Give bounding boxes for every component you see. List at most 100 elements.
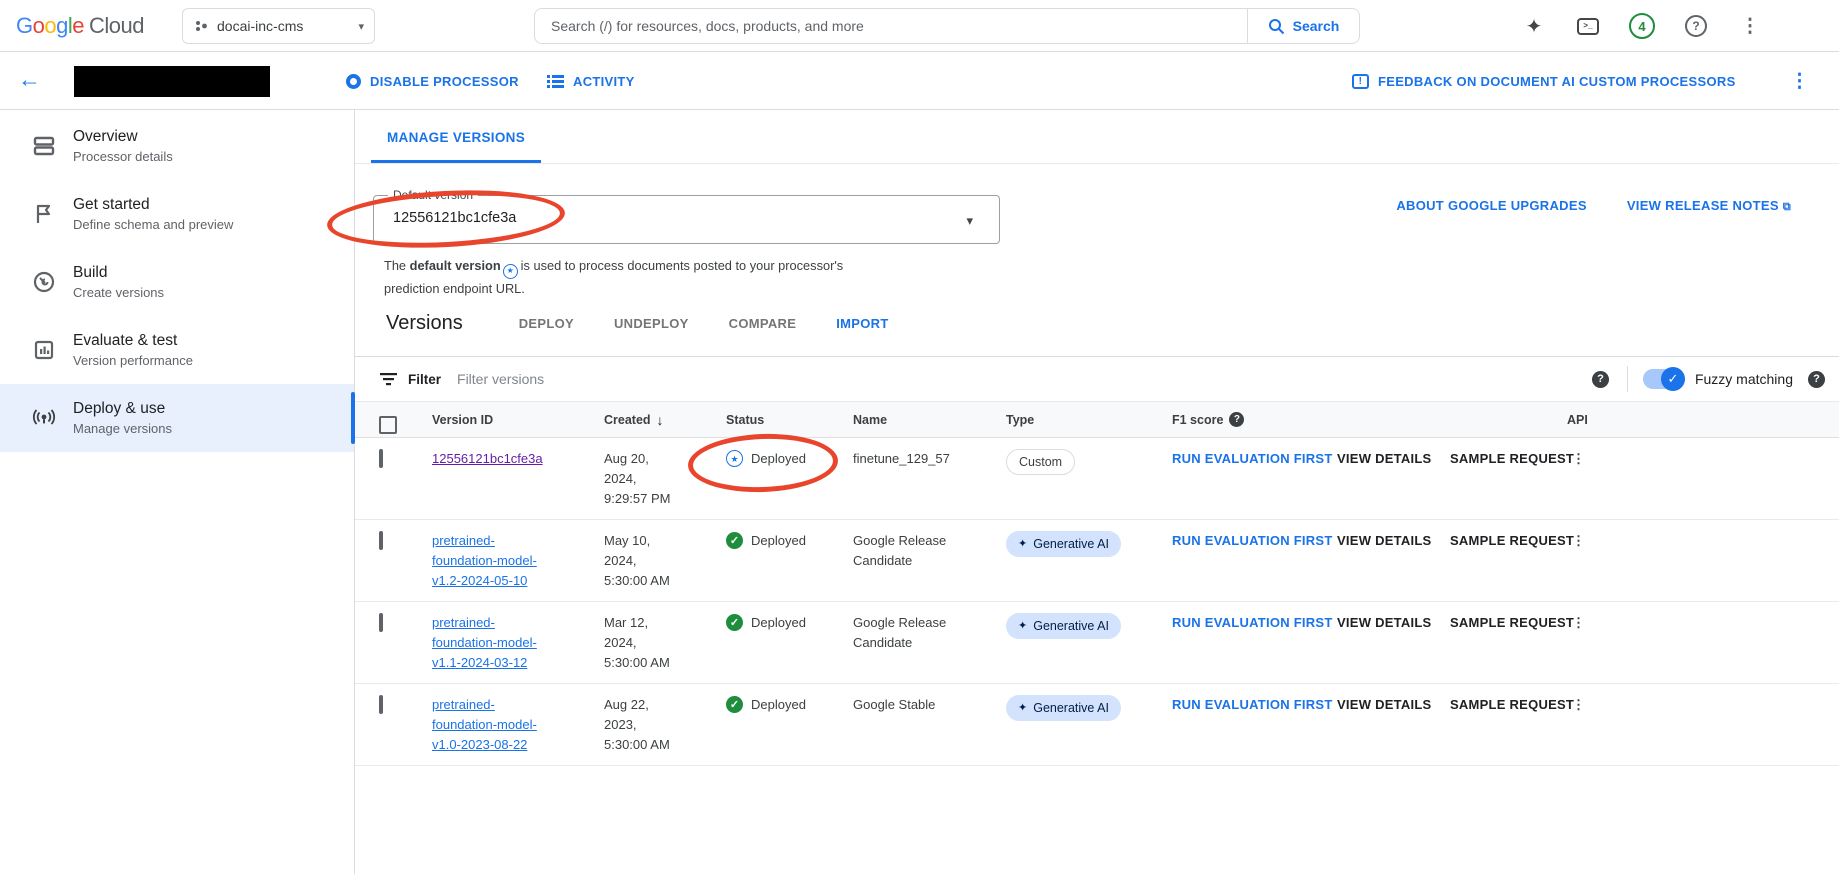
back-button[interactable]: ← <box>18 66 41 93</box>
header-kebab-icon[interactable]: ⋮ <box>1790 52 1809 110</box>
fuzzy-matching-toggle[interactable]: ✓ <box>1643 369 1683 389</box>
row-checkbox[interactable] <box>379 695 383 714</box>
processor-sidebar-nav: Overview Processor details Get started D… <box>0 110 355 874</box>
sidebar-item-title: Build <box>73 264 164 282</box>
row-kebab-icon[interactable]: ⋮ <box>1560 438 1839 519</box>
filter-bar: Filter ? ✓ Fuzzy matching ? <box>355 357 1839 402</box>
version-link[interactable]: pretrained- foundation-model- v1.2-2024-… <box>432 531 586 591</box>
created-cell: May 10, 2024, 5:30:00 AM <box>592 520 714 601</box>
default-version-helper-text: The default version★is used to process d… <box>384 256 914 299</box>
disable-processor-button[interactable]: DISABLE PROCESSOR <box>346 52 519 110</box>
search-input[interactable] <box>535 9 1247 43</box>
divider <box>1627 366 1628 392</box>
view-details-button[interactable]: VIEW DETAILS <box>1337 533 1431 548</box>
disable-processor-label: DISABLE PROCESSOR <box>370 74 519 89</box>
logo-cloud-text: Cloud <box>89 13 144 39</box>
column-header-status: Status <box>714 402 841 437</box>
name-cell: Google Release Candidate <box>841 602 981 683</box>
table-row-version-v1.1-2024-03-12: pretrained- foundation-model- v1.1-2024-… <box>355 602 1839 684</box>
row-kebab-icon[interactable]: ⋮ <box>1560 684 1839 765</box>
fuzzy-matching-label: Fuzzy matching <box>1695 371 1793 387</box>
column-header-created[interactable]: Created↓ <box>592 402 714 437</box>
cloud-shell-icon[interactable]: >_ <box>1570 8 1606 44</box>
type-chip-generative-ai: ✦Generative AI <box>1006 613 1121 639</box>
about-google-upgrades-link[interactable]: ABOUT GOOGLE UPGRADES <box>1396 198 1586 214</box>
column-header-type: Type <box>994 402 1160 437</box>
project-selector[interactable]: docai-inc-cms ▾ <box>182 8 375 44</box>
sidebar-item-build[interactable]: Build Create versions <box>0 248 354 316</box>
activity-button[interactable]: ACTIVITY <box>547 52 635 110</box>
row-kebab-icon[interactable]: ⋮ <box>1560 602 1839 683</box>
view-details-button[interactable]: VIEW DETAILS <box>1337 697 1431 712</box>
dropdown-arrow-icon: ▾ <box>966 213 973 229</box>
logo-letter: o <box>33 13 45 39</box>
processor-header-bar: ← DISABLE PROCESSOR ACTIVITY ! FEEDBACK … <box>0 52 1839 110</box>
created-cell: Mar 12, 2024, 5:30:00 AM <box>592 602 714 683</box>
table-row-version-v1.0-2023-08-22: pretrained- foundation-model- v1.0-2023-… <box>355 684 1839 766</box>
import-button[interactable]: IMPORT <box>836 316 888 331</box>
status-label: Deployed <box>751 531 806 551</box>
sample-request-button[interactable]: SAMPLE REQUEST <box>1450 615 1574 630</box>
sidebar-item-overview[interactable]: Overview Processor details <box>0 112 354 180</box>
sample-request-button[interactable]: SAMPLE REQUEST <box>1450 451 1574 466</box>
row-checkbox[interactable] <box>379 613 383 632</box>
fuzzy-help-icon[interactable]: ? <box>1808 371 1825 388</box>
type-chip-custom: Custom <box>1006 449 1075 475</box>
row-kebab-icon[interactable]: ⋮ <box>1560 520 1839 601</box>
sidebar-item-title: Evaluate & test <box>73 332 193 350</box>
top-icon-group: ✦ >_ 4 ? ⋮ <box>1516 0 1768 52</box>
search-icon <box>1268 18 1285 35</box>
run-evaluation-link[interactable]: RUN EVALUATION FIRST <box>1172 615 1333 630</box>
sidebar-item-subtitle: Manage versions <box>73 421 172 436</box>
google-cloud-logo: Google Cloud <box>16 0 144 52</box>
view-details-button[interactable]: VIEW DETAILS <box>1337 451 1431 466</box>
main-content: MANAGE VERSIONS Default version 12556121… <box>355 110 1839 874</box>
redacted-processor-name <box>74 66 270 97</box>
help-icon[interactable]: ? <box>1678 8 1714 44</box>
sample-request-button[interactable]: SAMPLE REQUEST <box>1450 697 1574 712</box>
undeploy-button[interactable]: UNDEPLOY <box>614 316 689 331</box>
logo-letter: G <box>16 13 33 39</box>
sidebar-item-evaluate-test[interactable]: Evaluate & test Version performance <box>0 316 354 384</box>
filter-input[interactable] <box>457 371 1592 387</box>
run-evaluation-link[interactable]: RUN EVALUATION FIRST <box>1172 451 1333 466</box>
sample-request-button[interactable]: SAMPLE REQUEST <box>1450 533 1574 548</box>
created-cell: Aug 20, 2024, 9:29:57 PM <box>592 438 714 519</box>
row-checkbox[interactable] <box>379 531 383 550</box>
deploy-button[interactable]: DEPLOY <box>519 316 574 331</box>
activity-list-icon <box>547 74 564 88</box>
name-cell: Google Release Candidate <box>841 520 981 601</box>
view-details-button[interactable]: VIEW DETAILS <box>1337 615 1431 630</box>
version-link[interactable]: 12556121bc1cfe3a <box>432 449 586 469</box>
sidebar-item-subtitle: Version performance <box>73 353 193 368</box>
sidebar-item-title: Overview <box>73 128 173 146</box>
compare-button[interactable]: COMPARE <box>729 316 797 331</box>
filter-help-icon[interactable]: ? <box>1592 371 1609 388</box>
more-options-icon[interactable]: ⋮ <box>1732 8 1768 44</box>
select-all-checkbox[interactable] <box>379 416 397 434</box>
build-icon <box>32 270 56 294</box>
sidebar-item-title: Get started <box>73 196 233 214</box>
sidebar-item-get-started[interactable]: Get started Define schema and preview <box>0 180 354 248</box>
status-cell: ★ Deployed <box>714 438 841 519</box>
run-evaluation-link[interactable]: RUN EVALUATION FIRST <box>1172 697 1333 712</box>
row-checkbox[interactable] <box>379 449 383 468</box>
overview-icon <box>32 134 56 158</box>
search-button[interactable]: Search <box>1247 9 1359 43</box>
notification-badge[interactable]: 4 <box>1624 8 1660 44</box>
status-cell: ✓ Deployed <box>714 520 841 601</box>
feedback-link[interactable]: ! FEEDBACK ON DOCUMENT AI CUSTOM PROCESS… <box>1352 52 1736 110</box>
status-label: Deployed <box>751 449 806 469</box>
search-button-label: Search <box>1293 18 1340 34</box>
version-link[interactable]: pretrained- foundation-model- v1.0-2023-… <box>432 695 586 755</box>
tab-manage-versions[interactable]: MANAGE VERSIONS <box>371 110 541 164</box>
default-version-select[interactable]: Default version 12556121bc1cfe3a ▾ <box>373 195 1000 244</box>
view-release-notes-link[interactable]: VIEW RELEASE NOTES⧉ <box>1627 198 1791 214</box>
run-evaluation-link[interactable]: RUN EVALUATION FIRST <box>1172 533 1333 548</box>
gemini-sparkle-icon[interactable]: ✦ <box>1516 8 1552 44</box>
default-version-label: Default version <box>388 188 478 202</box>
status-cell: ✓ Deployed <box>714 684 841 765</box>
f1-help-icon[interactable]: ? <box>1229 412 1244 427</box>
sidebar-item-deploy-use[interactable]: Deploy & use Manage versions <box>0 384 354 452</box>
version-link[interactable]: pretrained- foundation-model- v1.1-2024-… <box>432 613 586 673</box>
